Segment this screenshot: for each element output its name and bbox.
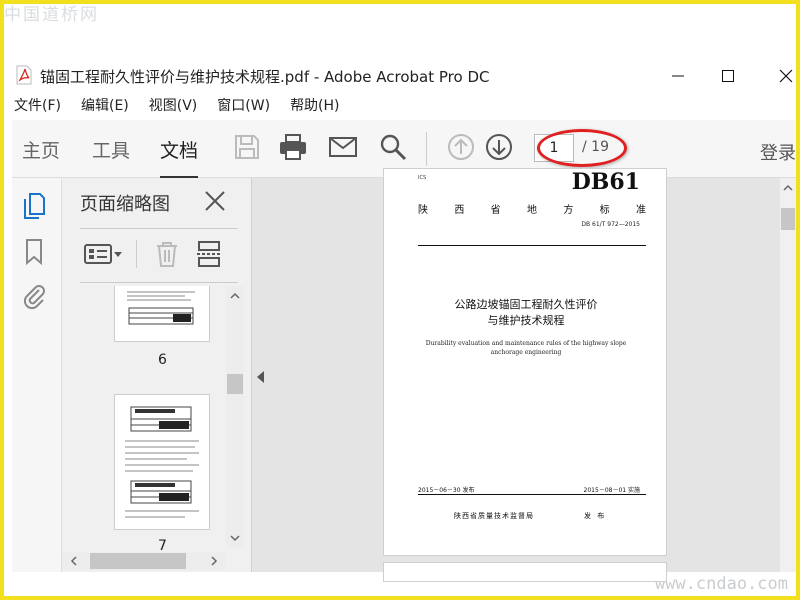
panel-separator — [136, 240, 137, 268]
page-down-icon[interactable] — [484, 132, 514, 162]
province-char: 方 — [563, 205, 574, 216]
issue-word: 发 布 — [584, 512, 607, 520]
province-char: 省 — [490, 205, 501, 216]
header-rule — [418, 245, 646, 246]
crop-page-icon[interactable] — [196, 240, 222, 268]
email-icon[interactable] — [328, 132, 358, 162]
document-vertical-scrollbar[interactable] — [780, 178, 796, 572]
save-icon[interactable] — [232, 132, 262, 162]
menu-window[interactable]: 窗口(W) — [207, 96, 280, 118]
page-thumbnails-icon[interactable] — [22, 192, 46, 220]
left-rail — [12, 178, 62, 572]
thumbnails-panel: 页面缩略图 6 7 — [62, 178, 252, 572]
menu-edit[interactable]: 编辑(E) — [71, 96, 139, 118]
document-english-title: Durability evaluation and maintenance ru… — [425, 340, 627, 356]
delete-icon[interactable] — [154, 240, 180, 268]
watermark-bottom: www.cndao.com — [654, 574, 788, 594]
province-standard-line: 陕 西 省 地 方 标 准 — [418, 201, 646, 216]
tab-tools[interactable]: 工具 — [92, 136, 130, 163]
province-char: 陕 — [418, 205, 428, 216]
menu-view[interactable]: 视图(V) — [139, 96, 208, 118]
maximize-icon — [722, 70, 734, 82]
province-char: 准 — [635, 205, 646, 216]
thumbnail-page-6[interactable] — [114, 286, 210, 342]
login-link[interactable]: 登录 — [760, 139, 796, 165]
close-window-button[interactable] — [764, 62, 800, 90]
document-title-line2: 与维护技术规程 — [487, 314, 565, 327]
minimize-button[interactable] — [656, 62, 700, 90]
pdf-page-2 — [383, 562, 667, 582]
thumbnail-content — [127, 291, 195, 325]
db-label: DB61 — [571, 169, 640, 195]
bookmark-icon[interactable] — [22, 238, 46, 266]
watermark-top: 中国道桥网 — [4, 5, 99, 25]
issuer: 陕西省质量技术监督局 — [454, 512, 534, 520]
province-char: 地 — [526, 205, 537, 216]
window-title: 锚固工程耐久性评价与维护技术规程.pdf - Adobe Acrobat Pro… — [40, 68, 490, 86]
thumbnails-panel-title: 页面缩略图 — [80, 194, 170, 215]
page-up-icon[interactable] — [446, 132, 476, 162]
thumbnail-page-7[interactable] — [114, 394, 210, 530]
thumbnail-label-6: 6 — [158, 352, 167, 368]
standard-number: DB 61/T 972—2015 — [581, 221, 640, 228]
thumbnail-content — [125, 406, 199, 518]
province-char: 西 — [454, 205, 465, 216]
menu-file[interactable]: 文件(F) — [4, 96, 71, 118]
close-icon[interactable] — [204, 190, 226, 212]
pdf-file-icon — [16, 65, 32, 85]
footer-rule — [418, 494, 646, 495]
pdf-page-1: ICS DB61 陕 西 省 地 方 标 准 DB 61/T 972—2015 … — [383, 168, 667, 556]
toolbar-separator — [426, 132, 427, 166]
implement-date: 2015－08－01 实施 — [583, 487, 640, 494]
title-bar: 锚固工程耐久性评价与维护技术规程.pdf - Adobe Acrobat Pro… — [4, 62, 796, 90]
db-small-label: ICS — [418, 175, 427, 181]
thumbnail-options-icon[interactable] — [82, 240, 124, 268]
print-icon[interactable] — [278, 132, 308, 162]
menu-help[interactable]: 帮助(H) — [280, 96, 349, 118]
thumbnails-horizontal-scrollbar[interactable] — [62, 552, 226, 570]
thumbnails-vertical-scrollbar[interactable] — [226, 286, 244, 548]
menu-bar: 文件(F) 编辑(E) 视图(V) 窗口(W) 帮助(H) — [4, 96, 350, 118]
document-title-line1: 公路边坡锚固工程耐久性评价 — [454, 298, 598, 311]
search-icon[interactable] — [378, 132, 408, 162]
close-icon — [779, 69, 793, 83]
province-char: 标 — [599, 205, 610, 216]
minimize-icon — [672, 75, 684, 77]
release-date: 2015－06－30 发布 — [418, 487, 475, 494]
highlight-annotation — [537, 129, 627, 167]
tab-home[interactable]: 主页 — [22, 136, 60, 163]
panel-divider — [80, 228, 238, 229]
collapse-panel-arrow[interactable] — [257, 371, 264, 383]
panel-divider — [80, 282, 238, 283]
maximize-button[interactable] — [706, 62, 750, 90]
attachment-icon[interactable] — [22, 282, 46, 310]
document-view[interactable]: ICS DB61 陕 西 省 地 方 标 准 DB 61/T 972—2015 … — [252, 168, 796, 582]
tab-document[interactable]: 文档 — [160, 136, 199, 179]
